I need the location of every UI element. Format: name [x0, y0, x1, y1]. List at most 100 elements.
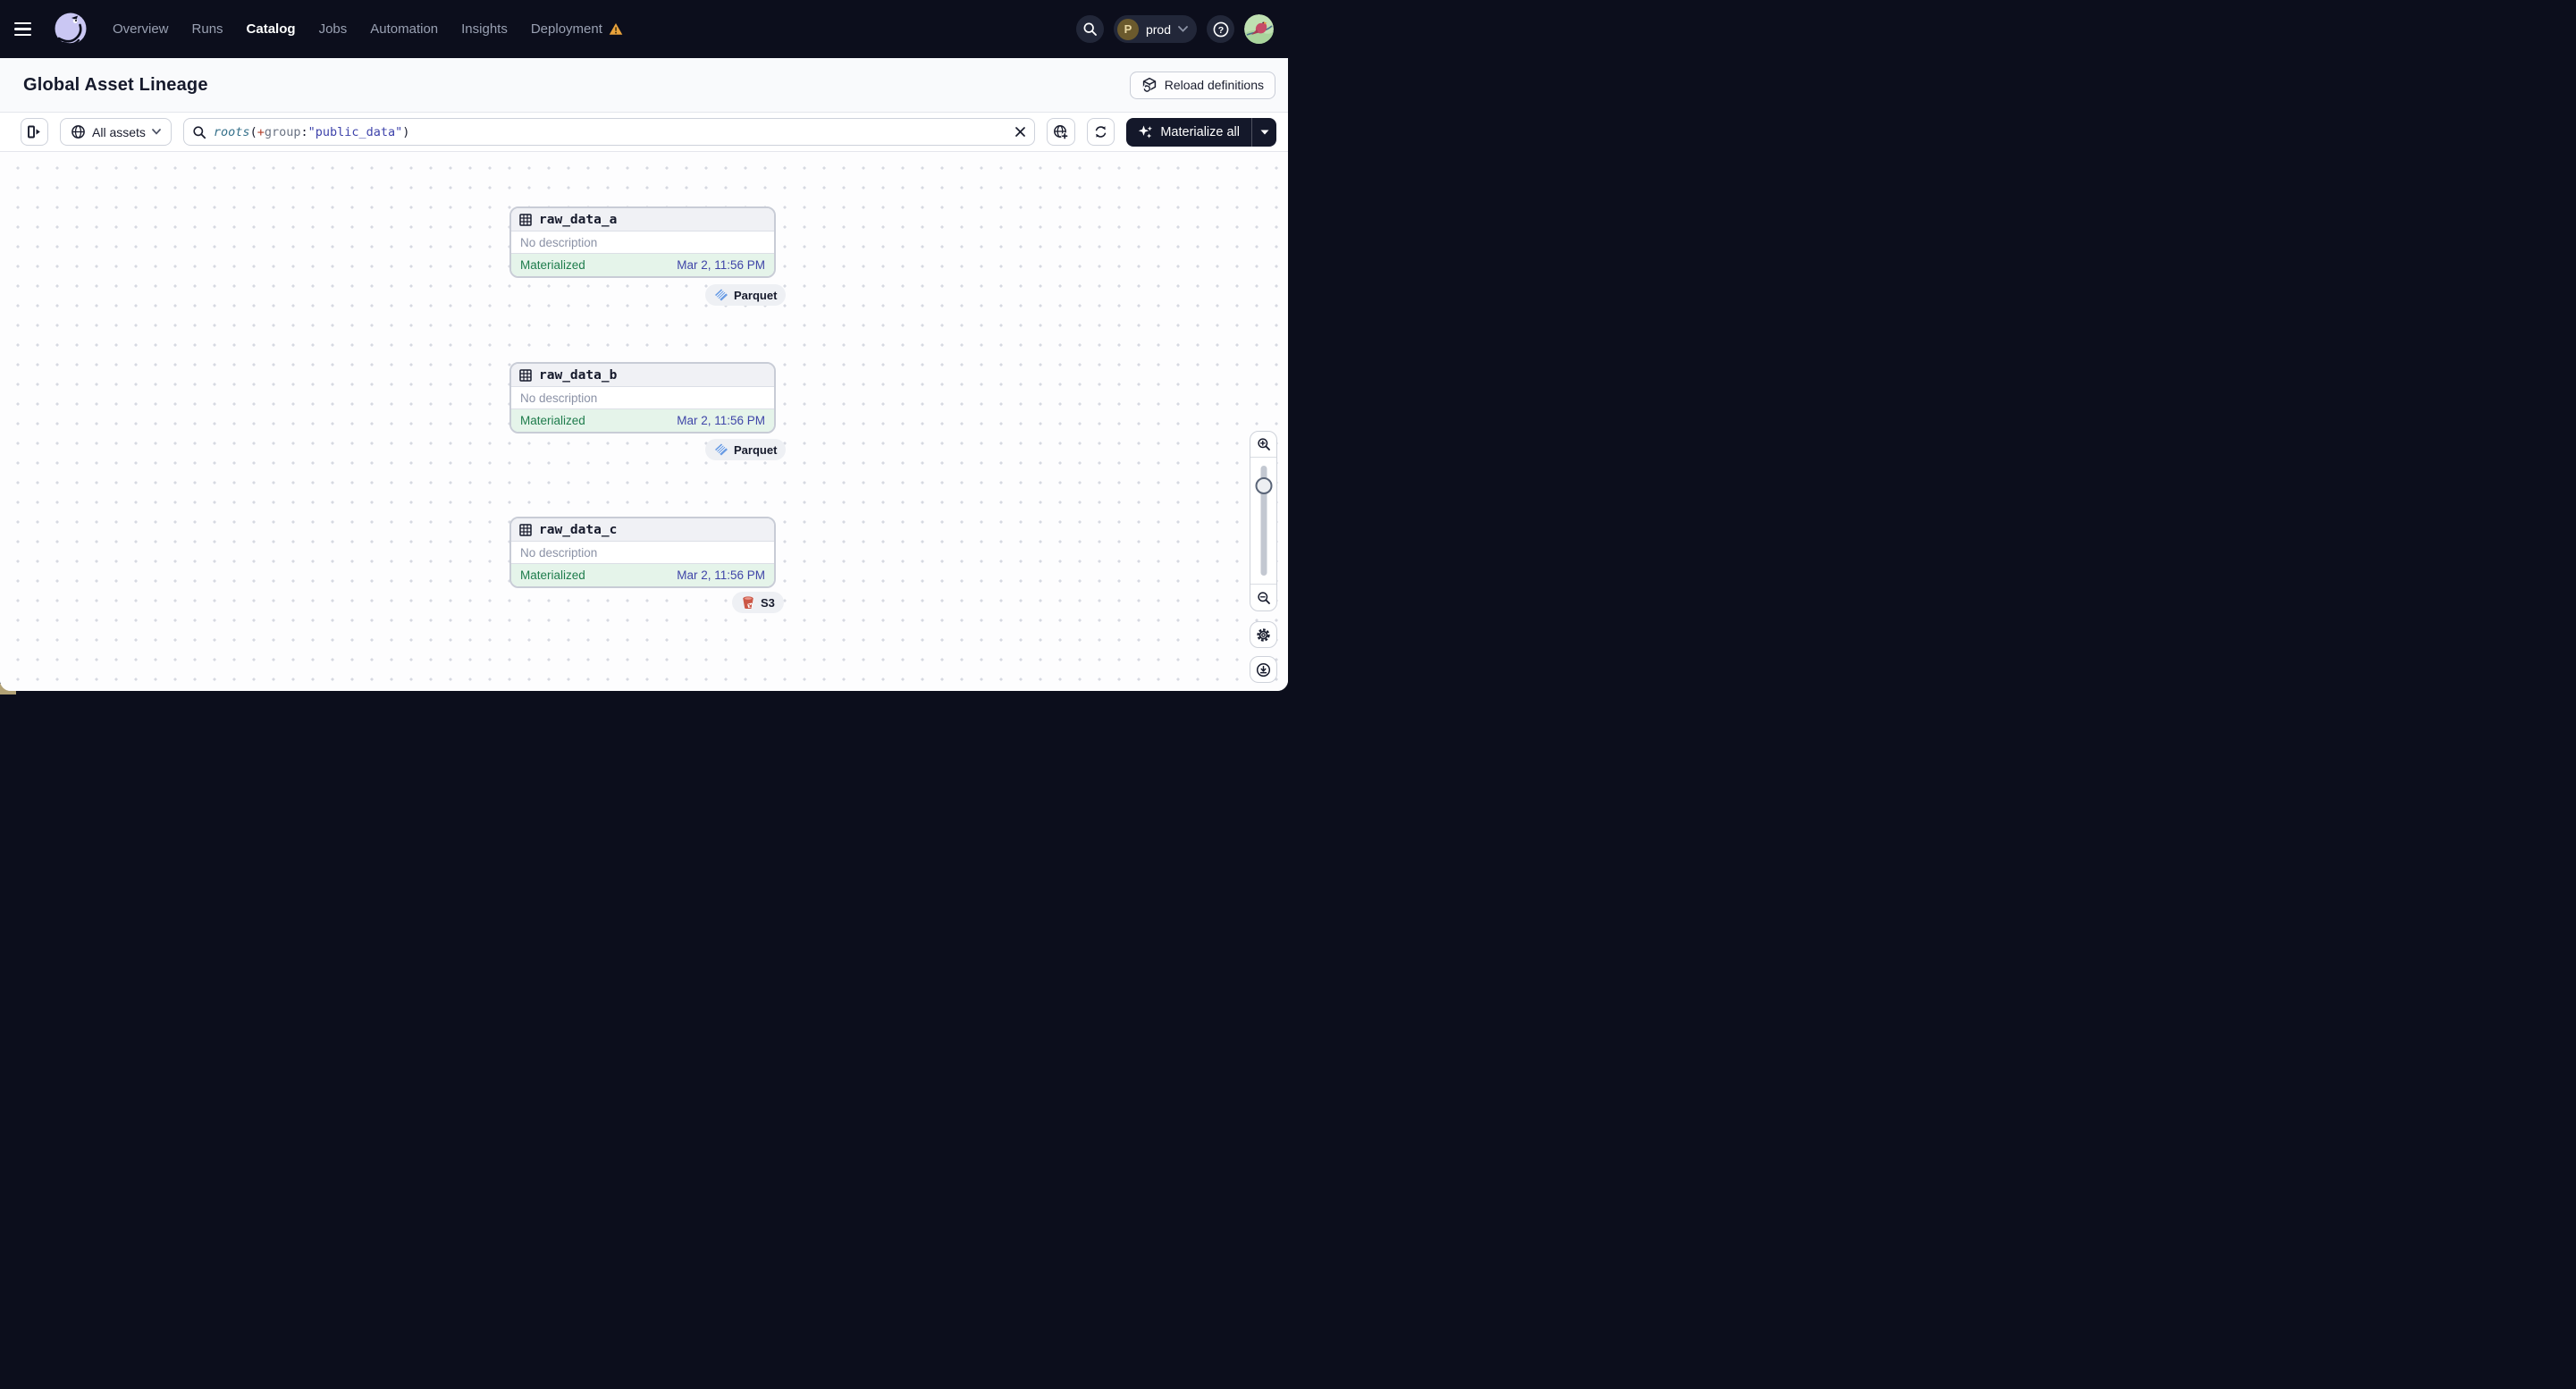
- asset-node-raw-data-c[interactable]: raw_data_c No description Materialized M…: [509, 517, 776, 588]
- zoom-out-button[interactable]: [1250, 584, 1276, 610]
- lineage-graph-canvas[interactable]: raw_data_a No description Materialized M…: [0, 152, 1288, 691]
- materialization-timestamp[interactable]: Mar 2, 11:56 PM: [677, 258, 765, 272]
- asset-status-row: Materialized Mar 2, 11:56 PM: [511, 564, 774, 586]
- query-function: roots: [213, 124, 250, 139]
- asset-node-raw-data-a[interactable]: raw_data_a No description Materialized M…: [509, 206, 776, 278]
- asset-name: raw_data_a: [539, 212, 618, 227]
- open-sidebar-button[interactable]: [21, 118, 48, 146]
- asset-name: raw_data_b: [539, 367, 618, 383]
- materialize-all-label: Materialize all: [1160, 124, 1240, 139]
- nav-item-overview[interactable]: Overview: [113, 21, 169, 37]
- asset-description: No description: [511, 542, 774, 564]
- asset-status-row: Materialized Mar 2, 11:56 PM: [511, 254, 774, 276]
- env-name: prod: [1145, 21, 1171, 37]
- help-icon: ?: [1212, 21, 1230, 38]
- asset-status-row: Materialized Mar 2, 11:56 PM: [511, 409, 774, 432]
- zoom-in-button[interactable]: [1250, 432, 1276, 458]
- parquet-icon: [714, 442, 728, 457]
- lineage-toolbar: All assets roots(+group:"public_data"): [0, 113, 1288, 152]
- asset-description: No description: [511, 232, 774, 254]
- globe-plus-icon: [1053, 124, 1069, 140]
- search-button[interactable]: [1075, 15, 1104, 43]
- query-paren-close: ): [402, 124, 410, 139]
- refresh-icon: [1093, 124, 1108, 139]
- reload-definitions-button[interactable]: Reload definitions: [1129, 71, 1275, 99]
- clear-query-button[interactable]: [1014, 126, 1026, 138]
- nav-item-runs[interactable]: Runs: [192, 21, 223, 37]
- asset-name: raw_data_c: [539, 522, 618, 537]
- gear-icon: [1256, 627, 1271, 643]
- zoom-in-icon: [1257, 437, 1271, 451]
- zoom-out-icon: [1257, 591, 1271, 605]
- kind-tag-label: S3: [761, 595, 775, 610]
- asset-selection-input[interactable]: roots(+ group: "public_data"): [182, 118, 1036, 146]
- reload-definitions-label: Reload definitions: [1164, 78, 1264, 92]
- page-header: Global Asset Lineage Reload definitions: [0, 58, 1288, 113]
- materialization-timestamp[interactable]: Mar 2, 11:56 PM: [677, 414, 765, 427]
- globe-icon: [71, 124, 86, 139]
- help-button[interactable]: ?: [1207, 15, 1234, 43]
- cube-reload-icon: [1141, 77, 1158, 93]
- asset-node-header: raw_data_c: [511, 518, 774, 542]
- asset-filter-label: All assets: [92, 124, 146, 139]
- table-icon: [519, 368, 532, 382]
- asset-node-header: raw_data_b: [511, 364, 774, 387]
- expand-scope-button[interactable]: [1047, 118, 1076, 146]
- page-title: Global Asset Lineage: [23, 74, 208, 95]
- nav-item-insights[interactable]: Insights: [461, 21, 508, 37]
- nav-item-catalog[interactable]: Catalog: [247, 21, 296, 37]
- status-badge: Materialized: [520, 414, 585, 427]
- nav-item-deployment[interactable]: Deployment: [531, 21, 602, 37]
- kind-tag-parquet[interactable]: Parquet: [705, 439, 787, 460]
- kind-tag-s3[interactable]: S3: [732, 592, 784, 613]
- kind-tag-label: Parquet: [734, 288, 778, 302]
- nav-item-deployment-wrap: Deployment: [531, 21, 623, 37]
- query-colon: :: [300, 124, 308, 139]
- primary-nav: Overview Runs Catalog Jobs Automation In…: [113, 21, 623, 37]
- zoom-control-panel: [1250, 431, 1277, 611]
- materialization-timestamp[interactable]: Mar 2, 11:56 PM: [677, 568, 765, 582]
- query-value: "public_data": [307, 124, 403, 139]
- top-navbar: Overview Runs Catalog Jobs Automation In…: [0, 0, 1288, 58]
- zoom-slider[interactable]: [1250, 458, 1276, 584]
- parquet-icon: [714, 288, 728, 302]
- asset-description: No description: [511, 387, 774, 409]
- selection-query[interactable]: roots(+ group: "public_data"): [214, 125, 1007, 139]
- zoom-slider-thumb[interactable]: [1255, 477, 1272, 494]
- graph-settings-button[interactable]: [1250, 621, 1277, 648]
- status-badge: Materialized: [520, 258, 585, 272]
- table-icon: [519, 523, 532, 536]
- download-image-button[interactable]: [1250, 656, 1277, 683]
- search-icon: [192, 125, 206, 139]
- chevron-down-icon: [152, 129, 161, 135]
- user-avatar[interactable]: [1244, 14, 1274, 44]
- caret-down-icon: [1260, 130, 1269, 135]
- navbar-right: P prod ?: [1075, 14, 1274, 44]
- s3-icon: [741, 595, 755, 610]
- materialize-all-button[interactable]: Materialize all: [1126, 118, 1251, 147]
- asset-node-raw-data-b[interactable]: raw_data_b No description Materialized M…: [509, 362, 776, 434]
- kind-tag-parquet[interactable]: Parquet: [705, 284, 787, 306]
- asset-node-header: raw_data_a: [511, 208, 774, 232]
- env-badge: P: [1116, 18, 1139, 40]
- deployment-switcher[interactable]: P prod: [1113, 15, 1197, 43]
- dagster-logo[interactable]: [52, 11, 89, 48]
- table-icon: [519, 213, 532, 226]
- kind-tag-label: Parquet: [734, 442, 778, 457]
- nav-item-automation[interactable]: Automation: [370, 21, 438, 37]
- nav-item-jobs[interactable]: Jobs: [319, 21, 348, 37]
- svg-text:?: ?: [1217, 24, 1223, 35]
- search-icon: [1082, 21, 1098, 37]
- sparkles-icon: [1138, 124, 1153, 139]
- warning-icon: [609, 22, 623, 36]
- status-badge: Materialized: [520, 568, 585, 582]
- query-paren-open: (: [249, 124, 257, 139]
- materialize-options-button[interactable]: [1252, 118, 1276, 147]
- refresh-button[interactable]: [1087, 118, 1115, 146]
- query-operator: +: [257, 124, 265, 139]
- panel-expand-icon: [27, 124, 42, 139]
- materialize-all-group: Materialize all: [1126, 117, 1276, 147]
- asset-filter-dropdown[interactable]: All assets: [60, 118, 172, 146]
- download-icon: [1256, 662, 1271, 678]
- hamburger-menu-icon[interactable]: [14, 17, 39, 42]
